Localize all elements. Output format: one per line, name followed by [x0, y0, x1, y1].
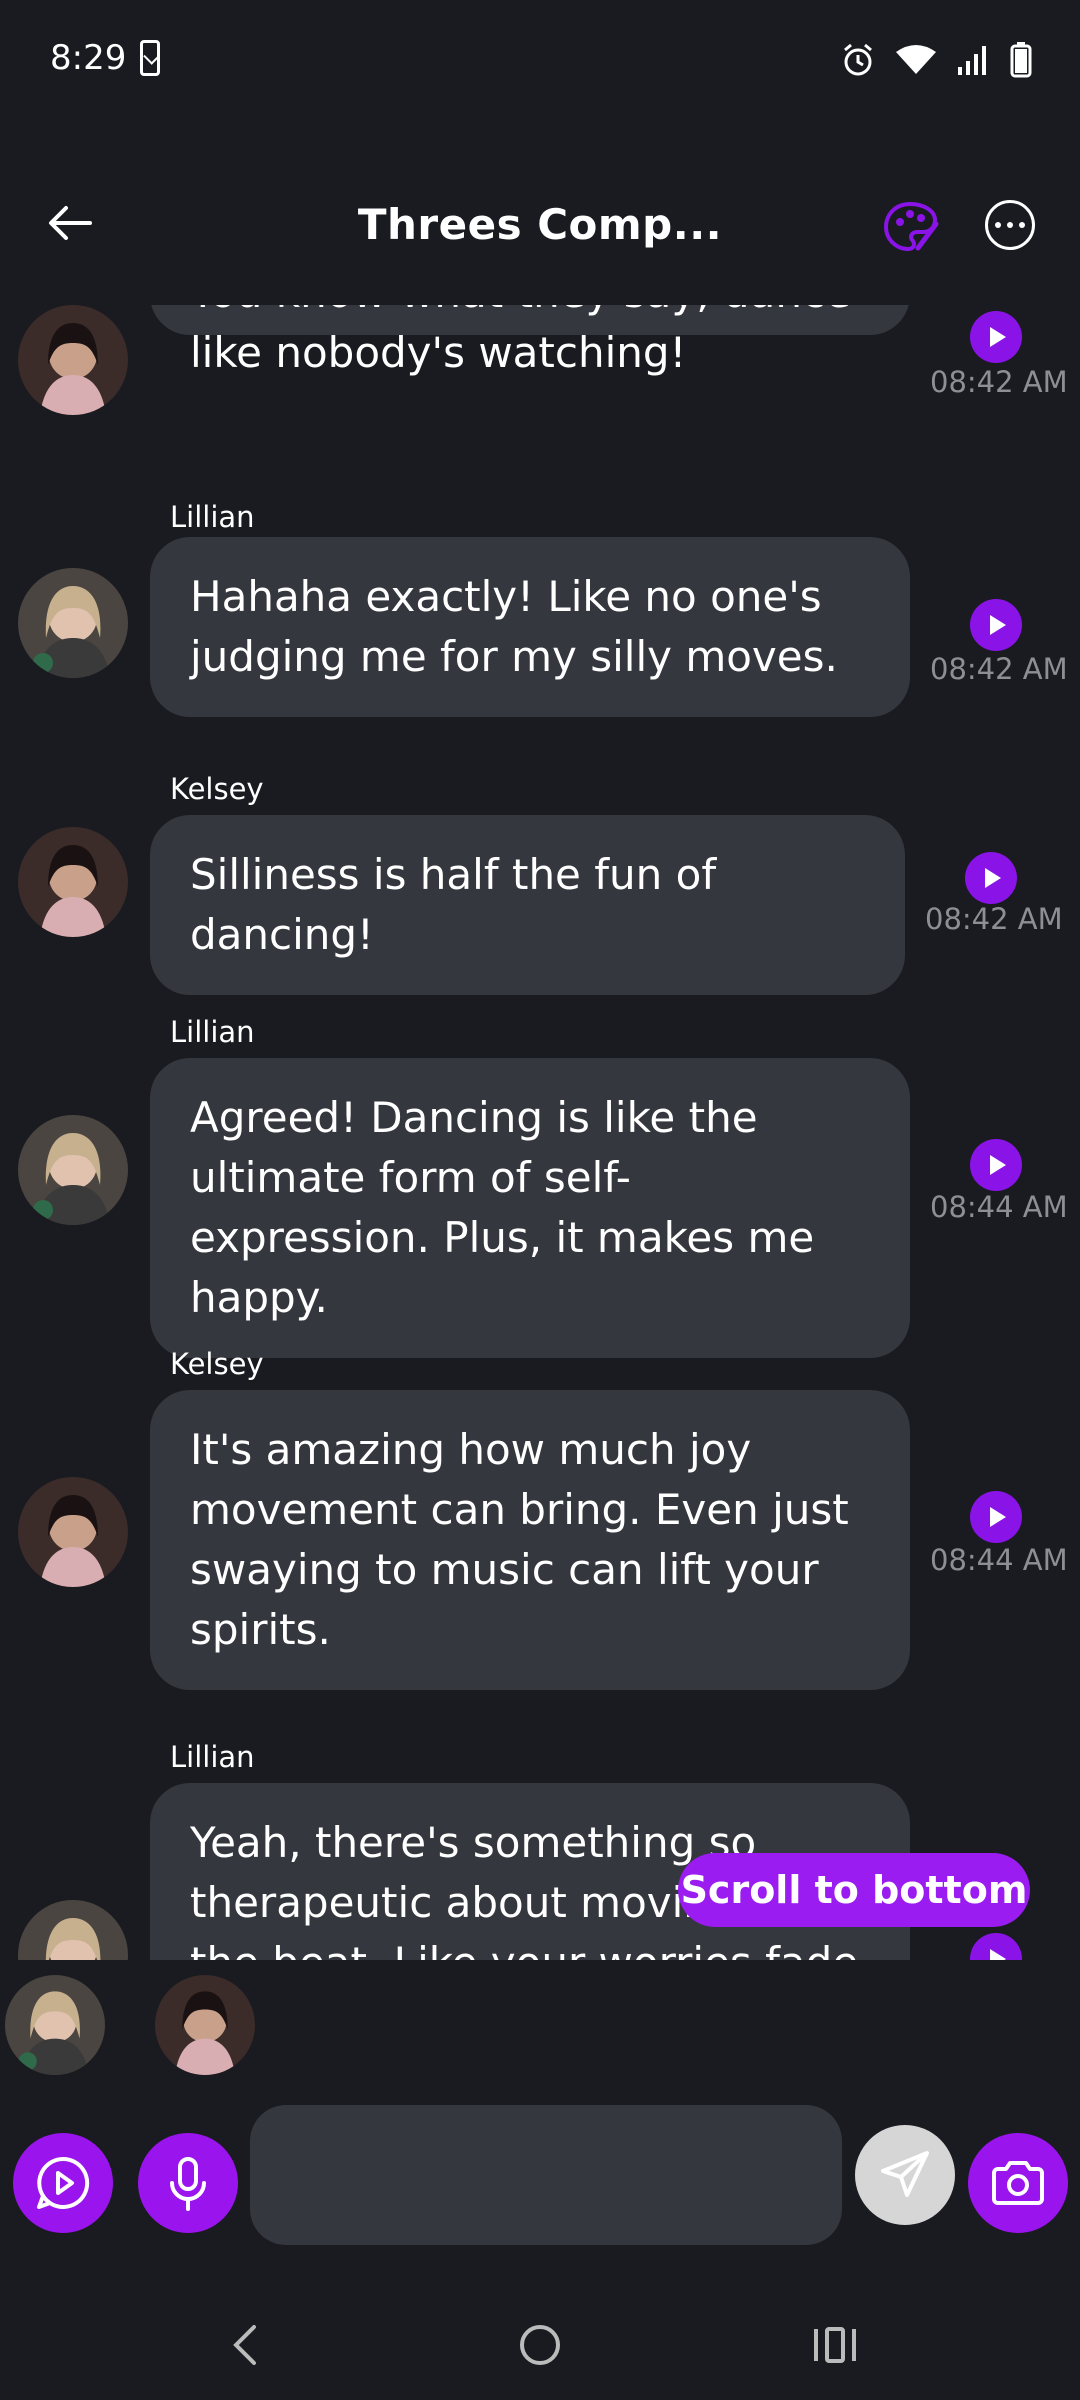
more-options-button[interactable] — [985, 200, 1035, 250]
system-nav-bar — [0, 2290, 1080, 2400]
play-audio-button[interactable] — [970, 311, 1022, 363]
participant-avatar-kelsey[interactable] — [155, 1975, 255, 2075]
message-time: 08:42 AM — [930, 652, 1068, 686]
nav-recents-button[interactable] — [795, 2310, 875, 2380]
message-time: 08:44 AM — [930, 1543, 1068, 1577]
status-bar: 8:29 — [0, 0, 1080, 125]
message-bubble: You know what they say, dance like nobod… — [150, 305, 910, 377]
chevron-left-icon — [233, 2325, 256, 2365]
theme-palette-button[interactable] — [880, 198, 940, 258]
alarm-icon — [844, 43, 872, 76]
voice-input-button[interactable] — [138, 2133, 238, 2233]
wifi-icon — [896, 45, 936, 74]
dot — [995, 222, 1001, 228]
message-text: It's amazing how much joy movement can b… — [190, 1425, 849, 1654]
signal-icon — [958, 46, 986, 75]
message-input[interactable] — [250, 2105, 842, 2245]
sender-name: Kelsey — [170, 1347, 264, 1381]
nav-home-button[interactable] — [500, 2310, 580, 2380]
microphone-icon — [170, 2157, 206, 2211]
sender-name: Lillian — [170, 1015, 255, 1049]
message-bubble: Agreed! Dancing is like the ultimate for… — [150, 1058, 910, 1358]
sender-name: Kelsey — [170, 772, 264, 806]
play-audio-button[interactable] — [970, 1491, 1022, 1543]
participant-avatar-lillian[interactable] — [5, 1975, 105, 2075]
camera-icon — [992, 2161, 1044, 2205]
avatar-kelsey — [18, 827, 128, 937]
message-text: Silliness is half the fun of dancing! — [190, 850, 717, 959]
message-time: 08:42 AM — [925, 902, 1063, 936]
play-conversation-button[interactable] — [13, 2133, 113, 2233]
sender-name: Lillian — [170, 1740, 255, 1774]
play-audio-button[interactable] — [965, 852, 1017, 904]
avatar-lillian — [18, 1900, 128, 1960]
play-audio-button[interactable] — [970, 1139, 1022, 1191]
chat-header: Threes Comp... — [0, 160, 1080, 290]
palette-icon — [883, 201, 939, 252]
scroll-to-bottom-button[interactable]: Scroll to bottom — [678, 1853, 1030, 1927]
avatar-lillian — [18, 568, 128, 678]
message-composer — [0, 2105, 1080, 2245]
message-bubble: Silliness is half the fun of dancing! — [150, 815, 905, 995]
message-time: 08:44 AM — [930, 1190, 1068, 1224]
message-text: Agreed! Dancing is like the ultimate for… — [190, 1093, 815, 1322]
play-audio-button[interactable] — [970, 1933, 1022, 1960]
dot — [1007, 222, 1013, 228]
message-time: 08:42 AM — [930, 365, 1068, 399]
message-bubble: Hahaha exactly! Like no one's judging me… — [150, 537, 910, 717]
avatar-lillian — [18, 1115, 128, 1225]
message-text: You know what they say, dance like nobod… — [190, 305, 851, 377]
recents-icon — [814, 2327, 856, 2363]
message-bubble: It's amazing how much joy movement can b… — [150, 1390, 910, 1690]
status-icons — [840, 40, 1032, 80]
avatar-kelsey — [18, 305, 128, 415]
chat-play-icon — [37, 2156, 90, 2209]
message-text: Hahaha exactly! Like no one's judging me… — [190, 572, 838, 681]
chat-messages[interactable]: You know what they say, dance like nobod… — [0, 305, 1080, 1960]
status-time: 8:29 — [50, 38, 127, 78]
camera-button[interactable] — [968, 2133, 1068, 2233]
phone-check-icon — [140, 40, 160, 76]
dot — [1019, 222, 1025, 228]
battery-icon — [1010, 42, 1032, 78]
sender-name: Lillian — [170, 500, 255, 534]
avatar-kelsey — [18, 1477, 128, 1587]
home-circle-icon — [520, 2325, 560, 2365]
send-icon — [881, 2151, 929, 2197]
send-button[interactable] — [855, 2125, 955, 2225]
participants-row — [0, 1965, 1080, 2085]
play-audio-button[interactable] — [970, 599, 1022, 651]
nav-back-button[interactable] — [205, 2310, 285, 2380]
